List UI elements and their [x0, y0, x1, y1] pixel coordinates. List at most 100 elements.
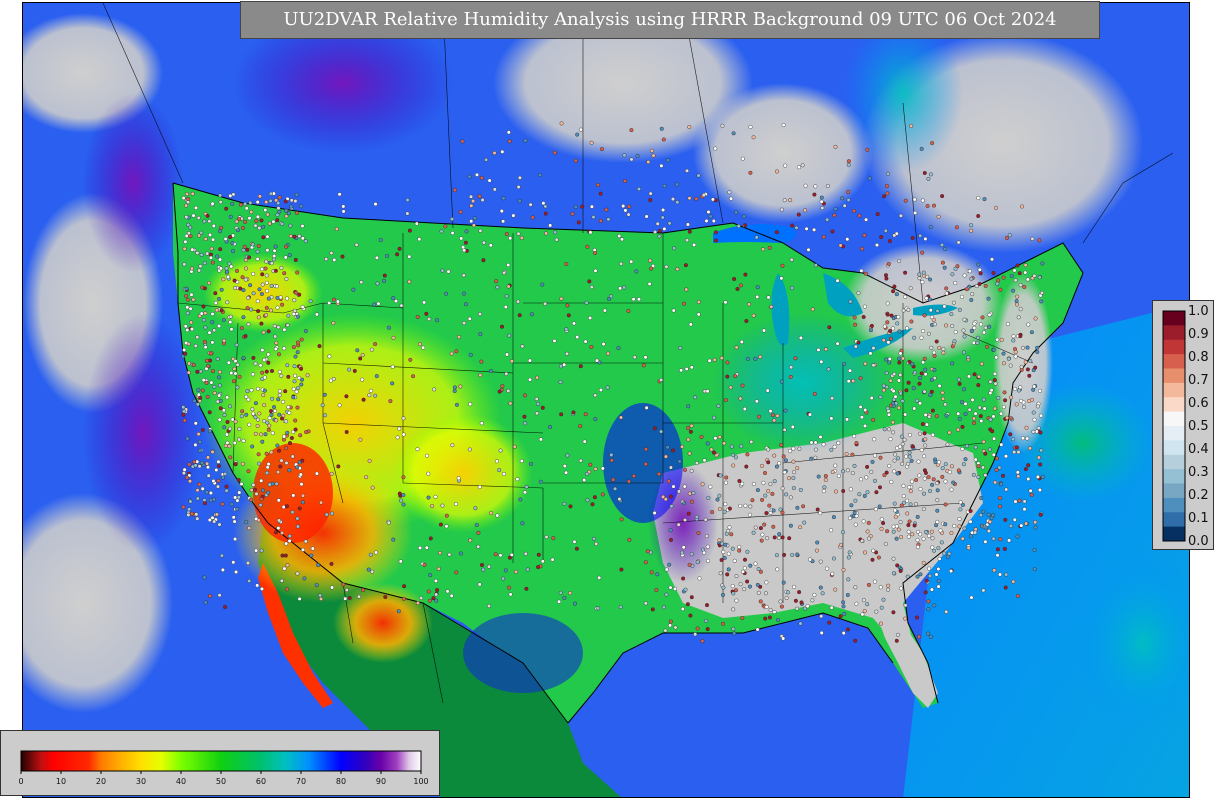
station-dot: [295, 405, 300, 410]
station-dot: [782, 198, 787, 203]
station-dot: [208, 232, 213, 237]
station-dot: [755, 582, 760, 587]
station-dot: [478, 332, 483, 337]
station-dot: [788, 448, 793, 453]
station-dot: [287, 410, 292, 415]
station-dot: [259, 292, 264, 297]
station-dot: [890, 420, 895, 425]
station-dot: [283, 553, 288, 558]
station-dot: [341, 582, 346, 587]
station-dot: [1016, 450, 1021, 455]
station-dot: [449, 593, 454, 598]
station-dot: [774, 553, 779, 558]
station-dot: [897, 259, 902, 264]
station-dot: [520, 344, 525, 349]
station-dot: [245, 247, 250, 252]
station-dot: [943, 402, 948, 407]
station-dot: [443, 224, 448, 229]
station-dot: [1035, 345, 1040, 350]
station-dot: [767, 615, 772, 620]
station-dot: [233, 419, 238, 424]
station-dot: [357, 594, 362, 599]
station-dot: [968, 519, 973, 524]
station-dot: [507, 139, 512, 144]
station-dot: [649, 570, 654, 575]
station-dot: [1015, 594, 1020, 599]
station-dot: [966, 546, 971, 551]
station-dot: [631, 474, 636, 479]
station-dot: [588, 462, 593, 467]
station-dot: [281, 399, 286, 404]
station-dot: [462, 291, 467, 296]
station-dot: [731, 591, 736, 596]
station-dot: [564, 470, 569, 475]
station-dot: [1004, 454, 1009, 459]
station-dot: [886, 171, 891, 176]
station-dot: [859, 477, 864, 482]
station-dot: [999, 337, 1004, 342]
station-dot: [835, 278, 840, 283]
station-dot: [803, 183, 808, 188]
station-dot: [244, 266, 249, 271]
station-dot: [211, 479, 216, 484]
station-dot: [643, 355, 648, 360]
station-dot: [870, 557, 875, 562]
station-dot: [303, 329, 308, 334]
station-dot: [643, 560, 648, 565]
station-dot: [523, 138, 528, 143]
station-dot: [438, 522, 443, 527]
station-dot: [932, 203, 937, 208]
station-dot: [689, 423, 694, 428]
station-dot: [405, 211, 410, 216]
station-dot: [689, 552, 694, 557]
station-dot: [721, 621, 726, 626]
station-dot: [665, 445, 670, 450]
station-dot: [928, 489, 933, 494]
station-dot: [760, 463, 765, 468]
station-dot: [194, 512, 199, 517]
station-dot: [917, 634, 922, 639]
station-dot: [852, 315, 857, 320]
station-dot: [844, 452, 849, 457]
station-dot: [184, 341, 189, 346]
station-dot: [729, 532, 734, 537]
station-dot: [689, 595, 694, 600]
station-dot: [992, 406, 997, 411]
station-dot: [522, 414, 527, 419]
station-dot: [693, 632, 698, 637]
station-dot: [918, 431, 923, 436]
station-dot: [239, 414, 244, 419]
station-dot: [578, 424, 583, 429]
station-dot: [530, 215, 535, 220]
station-dot: [686, 511, 691, 516]
station-dot: [458, 210, 463, 215]
station-dot: [504, 371, 509, 376]
station-dot: [882, 324, 887, 329]
station-dot: [922, 491, 927, 496]
station-dot: [317, 344, 322, 349]
station-dot: [988, 519, 993, 524]
station-dot: [748, 504, 753, 509]
station-dot: [662, 183, 667, 188]
station-dot: [217, 369, 222, 374]
station-dot: [276, 201, 281, 206]
station-dot: [390, 364, 395, 369]
station-dot: [758, 599, 763, 604]
station-dot: [1013, 278, 1018, 283]
station-dot: [743, 503, 748, 508]
station-dot: [957, 416, 962, 421]
station-dot: [991, 414, 996, 419]
station-dot: [327, 354, 332, 359]
station-dot: [185, 311, 190, 316]
station-dot: [649, 148, 654, 153]
station-dot: [280, 553, 285, 558]
station-dot: [996, 278, 1001, 283]
station-dot: [819, 359, 824, 364]
station-dot: [285, 323, 290, 328]
station-dot: [753, 525, 758, 530]
station-dot: [853, 322, 858, 327]
station-dot: [263, 207, 268, 212]
station-dot: [604, 207, 609, 212]
station-dot: [225, 420, 230, 425]
station-dot: [207, 330, 212, 335]
